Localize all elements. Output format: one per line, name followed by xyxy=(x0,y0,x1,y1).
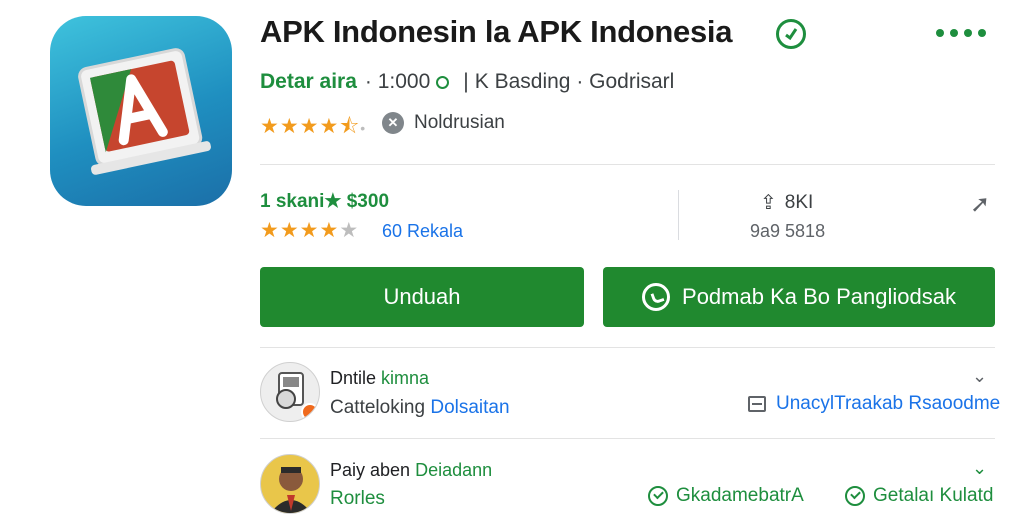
policy-icon xyxy=(748,396,766,412)
chip-label: Getalaı Kulatd xyxy=(873,485,994,506)
vertical-divider xyxy=(678,190,679,240)
check-circle-icon xyxy=(648,486,668,506)
developer-name[interactable]: Detar aira xyxy=(260,70,357,94)
status-chip[interactable]: Getalaı Kulatd xyxy=(845,485,993,507)
developer-meta: K Basding · Godrisarl xyxy=(474,70,675,93)
app-icon xyxy=(50,16,232,206)
notification-label: Noldrusian xyxy=(414,112,505,133)
arrow-icon[interactable]: ➚ xyxy=(970,190,990,219)
avatar[interactable] xyxy=(260,454,320,514)
badge-dot xyxy=(301,403,319,421)
verified-check-icon xyxy=(776,19,806,49)
item-sub-highlight[interactable]: Dolsaitan xyxy=(430,397,509,418)
policy-link-label: UnacylTraakab Rsaoodme xyxy=(776,393,1001,414)
separator: | xyxy=(463,70,469,93)
reviews-link[interactable]: 60 Rekala xyxy=(382,221,463,242)
chat-icon xyxy=(642,283,671,311)
download-button-label: Unduah xyxy=(383,284,461,309)
chip-label: GkadamebatrA xyxy=(676,485,804,506)
item-title: Dntile kimna xyxy=(330,368,429,389)
item-sub-text: Catteloking xyxy=(330,397,426,418)
downloads-stat: 1 skani★ $300 xyxy=(260,191,390,212)
divider xyxy=(260,347,995,348)
developer-meta-count: · 1:000 xyxy=(364,70,431,93)
check-circle-icon xyxy=(845,486,865,506)
item-subtitle: Rorles xyxy=(330,488,385,509)
chevron-down-icon[interactable]: ⌄ xyxy=(972,458,987,479)
developer-row: Detar aira · 1:000 | K Basding · Godrisa… xyxy=(260,70,674,94)
policy-link[interactable]: UnacylTraakab Rsaoodme xyxy=(748,393,1000,415)
divider xyxy=(260,164,995,165)
item-title-highlight: kimna xyxy=(381,368,430,388)
contact-button-label: Podmab Ka Bo Pangliodsak xyxy=(682,284,956,309)
app-title: APK Indonesin la APK Indonesia xyxy=(260,14,733,49)
share-node-icon: ✕ xyxy=(382,112,404,134)
contact-button[interactable]: Podmab Ka Bo Pangliodsak xyxy=(603,267,995,327)
status-chip[interactable]: GkadamebatrA xyxy=(648,485,804,507)
item-title-text: Paiy aben xyxy=(330,460,411,480)
avatar[interactable] xyxy=(260,362,320,422)
download-button[interactable]: Unduah xyxy=(260,267,584,327)
info-circle-icon xyxy=(436,75,450,89)
rating-stars: ★★★★⯪• xyxy=(260,115,367,138)
item-title: Paiy aben Deiadann xyxy=(330,460,492,481)
more-dots-icon[interactable] xyxy=(936,29,996,41)
rating-stars-summary: ★★★★★ xyxy=(260,219,360,242)
share-count: 9a9 5818 xyxy=(750,221,826,241)
item-title-text: Dntile xyxy=(330,368,377,388)
share-label: 8KI xyxy=(784,191,814,213)
divider xyxy=(260,438,995,439)
notification-row[interactable]: ✕ Noldrusian xyxy=(382,112,505,134)
share-button[interactable]: ⇪ 8KI xyxy=(760,190,813,215)
share-icon: ⇪ xyxy=(760,192,777,214)
item-subtitle: Catteloking Dolsaitan xyxy=(330,397,510,419)
item-title-highlight: Deiadann xyxy=(415,460,493,480)
chevron-down-icon[interactable]: ⌄ xyxy=(972,366,987,387)
